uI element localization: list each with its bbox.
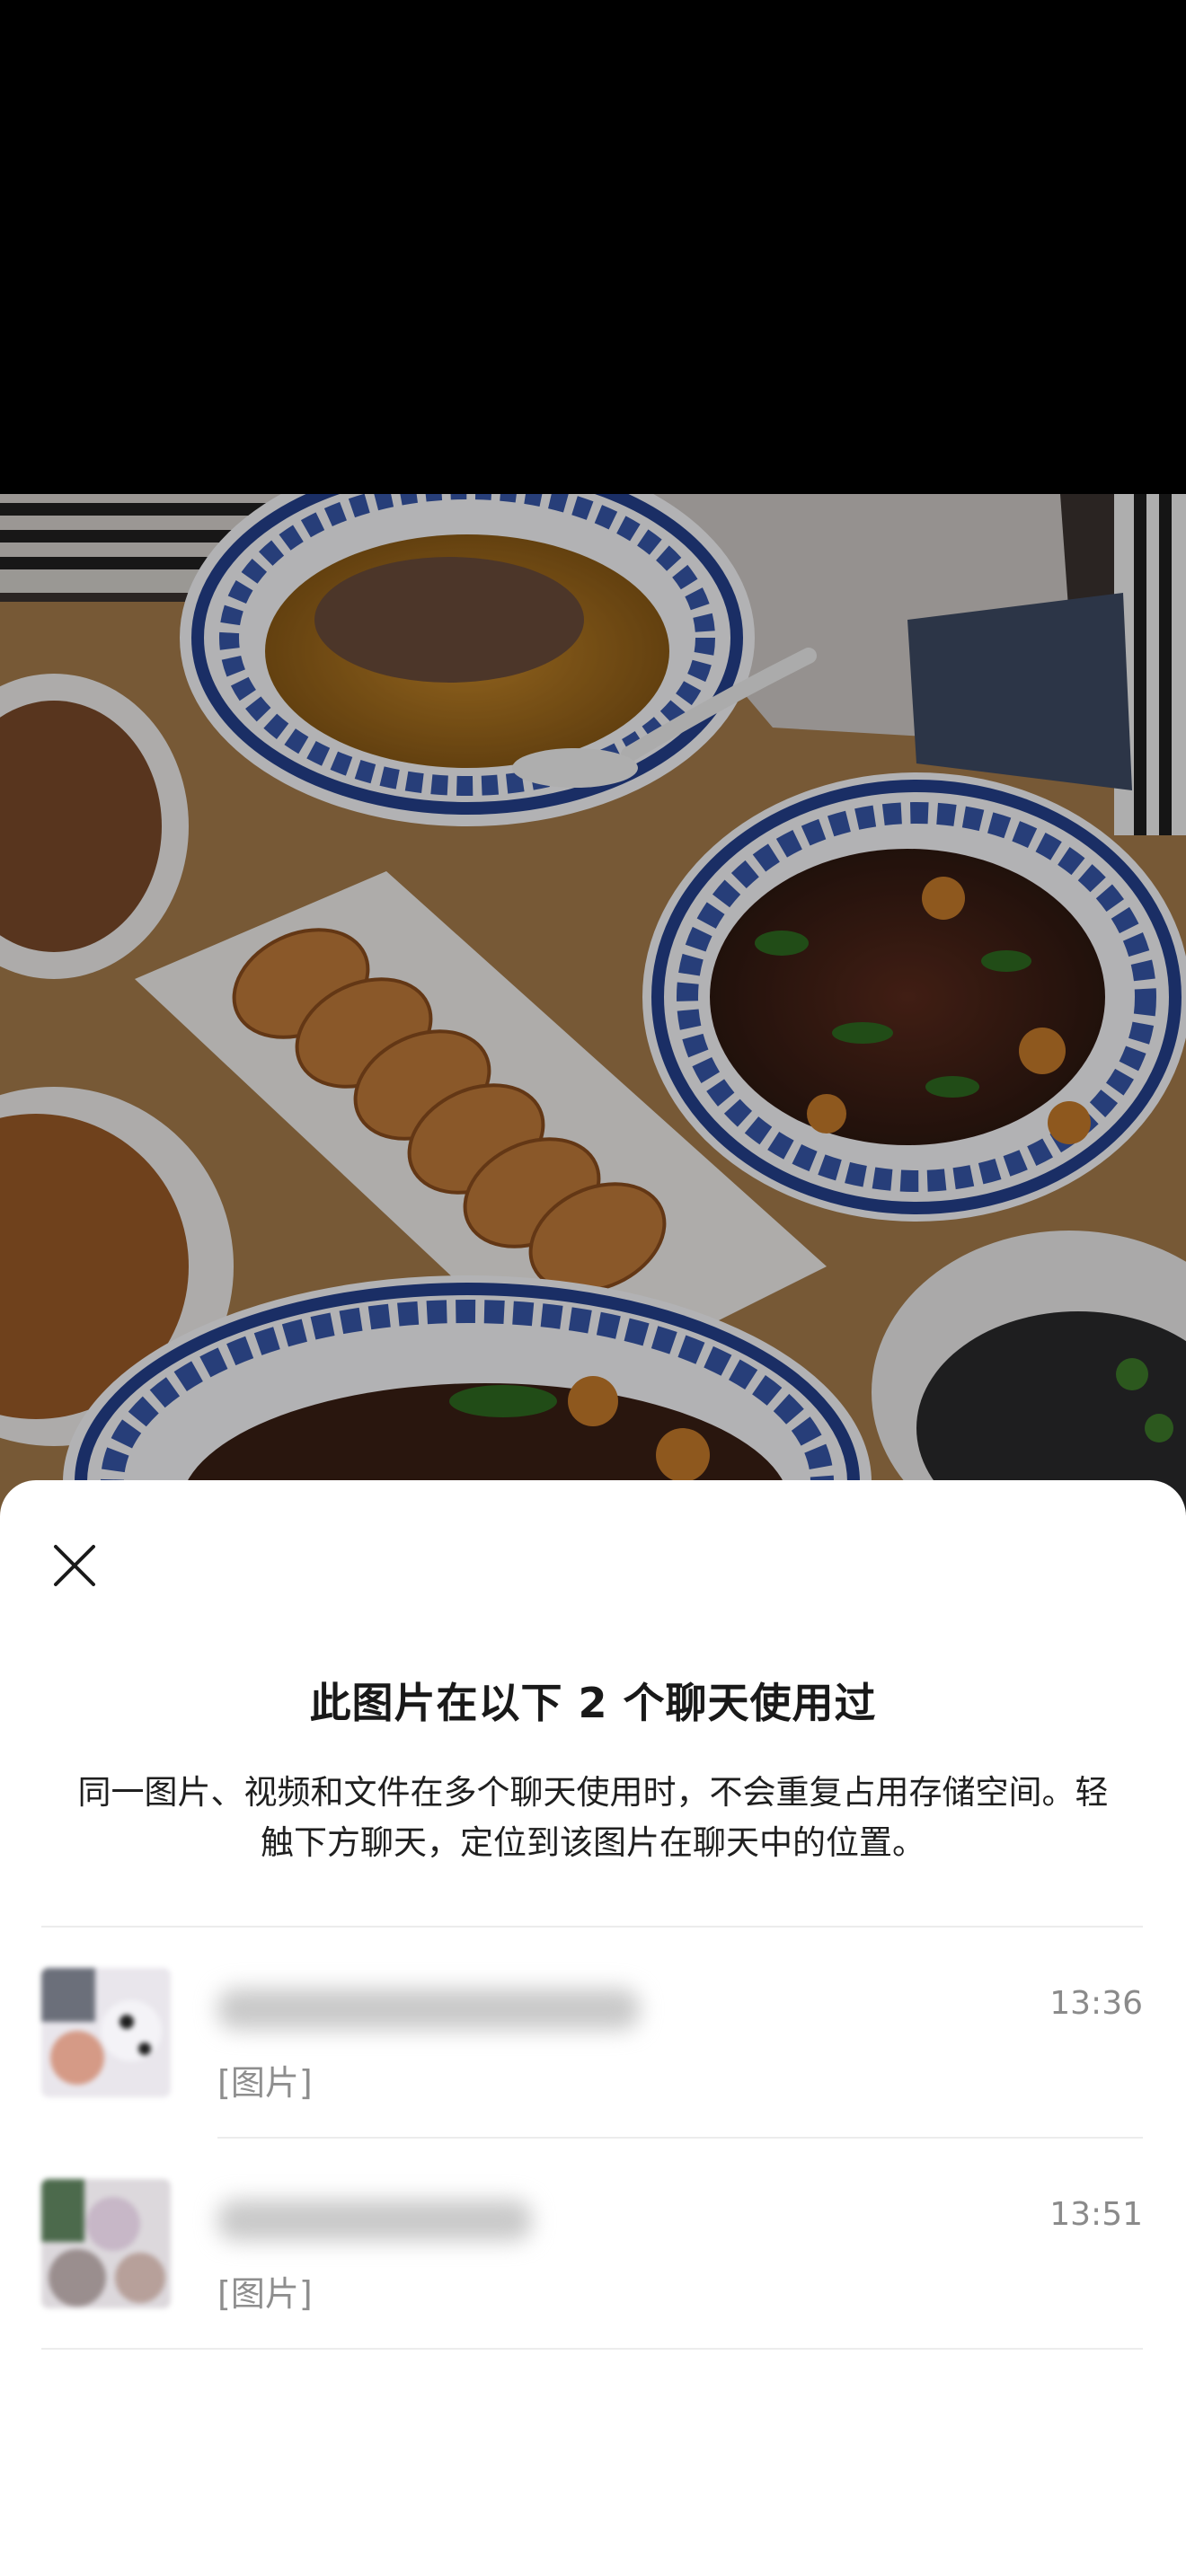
chat-time: 13:36: [1049, 1985, 1143, 2022]
chat-preview: [图片]: [217, 2274, 313, 2314]
usage-sheet: 此图片在以下 2 个聊天使用过 同一图片、视频和文件在多个聊天使用时，不会重复占…: [0, 1480, 1186, 2576]
sheet-title: 此图片在以下 2 个聊天使用过: [309, 1679, 877, 1727]
avatar: [41, 1968, 171, 2097]
chat-list: 13:36 [图片] 13:51 [图片]: [41, 1926, 1143, 2350]
avatar: [41, 2179, 171, 2308]
close-button[interactable]: [41, 1532, 108, 1599]
chat-preview: [图片]: [217, 2063, 313, 2103]
chat-name: [217, 1989, 640, 2030]
food-photo-illustration: [0, 494, 1186, 1527]
screen: 此图片在以下 2 个聊天使用过 同一图片、视频和文件在多个聊天使用时，不会重复占…: [0, 0, 1186, 2576]
shared-photo: [0, 494, 1186, 1527]
sheet-description: 同一图片、视频和文件在多个聊天使用时，不会重复占用存储空间。轻触下方聊天，定位到…: [77, 1773, 1109, 1862]
chat-item[interactable]: 13:36 [图片]: [41, 1928, 1143, 2137]
divider: [41, 2348, 1143, 2350]
chat-name: [217, 2200, 532, 2241]
close-icon: [54, 1545, 95, 1586]
chat-item[interactable]: 13:51 [图片]: [41, 2139, 1143, 2348]
chat-time: 13:51: [1049, 2196, 1143, 2233]
